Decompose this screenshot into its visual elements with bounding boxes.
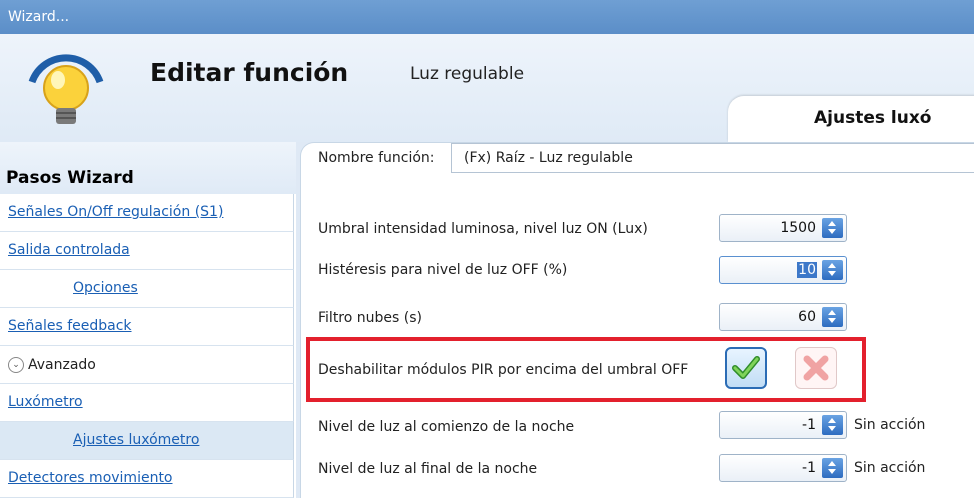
sidebar-item-label[interactable]: Detectores movimiento xyxy=(8,470,173,486)
stepper-value: 60 xyxy=(798,309,816,325)
sidebar-item-label[interactable]: Señales On/Off regulación (S1) xyxy=(8,204,223,220)
stepper-value: 10 xyxy=(797,262,817,278)
sidebar-item-avanzado[interactable]: ⌄ Avanzado xyxy=(0,346,294,384)
cloud-filter-stepper[interactable]: 60 xyxy=(719,303,847,331)
sidebar-item-luxometro[interactable]: Luxómetro xyxy=(0,384,294,422)
night-start-level-stepper[interactable]: -1 xyxy=(719,411,847,439)
field-label: Deshabilitar módulos PIR por encima del … xyxy=(318,362,689,378)
close-icon xyxy=(803,355,829,381)
no-action-label: Sin acción xyxy=(854,460,926,476)
sidebar-item-label[interactable]: Luxómetro xyxy=(8,394,83,410)
checkmark-icon xyxy=(732,356,760,379)
sidebar-item-senales-feedback[interactable]: Señales feedback xyxy=(0,308,294,346)
sidebar-item-opciones[interactable]: Opciones xyxy=(0,270,294,308)
sidebar-heading: Pasos Wizard xyxy=(0,142,296,194)
field-label: Histéresis para nivel de luz OFF (%) xyxy=(318,262,568,278)
function-name-field[interactable]: (Fx) Raíz - Luz regulable xyxy=(451,143,974,173)
enable-checkbox-button[interactable] xyxy=(725,347,767,389)
field-label: Nivel de luz al final de la noche xyxy=(318,461,538,477)
sidebar-item-detectores-movimiento[interactable]: Detectores movimiento xyxy=(0,460,294,498)
field-label: Filtro nubes (s) xyxy=(318,310,422,326)
field-label: Nivel de luz al comienzo de la noche xyxy=(318,419,575,435)
sidebar-item-label[interactable]: Ajustes luxómetro xyxy=(73,432,199,448)
sidebar-item-senales-on-off[interactable]: Señales On/Off regulación (S1) xyxy=(0,194,294,232)
sidebar-item-ajustes-luxometro[interactable]: Ajustes luxómetro xyxy=(0,422,294,460)
window-title: Wizard... xyxy=(8,9,70,25)
spin-arrows-icon[interactable] xyxy=(822,458,843,478)
disable-button[interactable] xyxy=(795,347,837,389)
header: Editar función Luz regulable Ajustes lux… xyxy=(0,34,974,142)
stepper-value: -1 xyxy=(802,460,816,476)
lux-on-threshold-stepper[interactable]: 1500 xyxy=(719,214,847,242)
spin-arrows-icon[interactable] xyxy=(822,307,843,327)
sidebar-item-label[interactable]: Salida controlada xyxy=(8,242,130,258)
no-action-label: Sin acción xyxy=(854,417,926,433)
wizard-steps-sidebar: Pasos Wizard Señales On/Off regulación (… xyxy=(0,142,296,498)
chevron-down-icon[interactable]: ⌄ xyxy=(8,357,24,373)
sidebar-item-salida-controlada[interactable]: Salida controlada xyxy=(0,232,294,270)
sidebar-item-label: Avanzado xyxy=(28,357,96,373)
night-end-level-stepper[interactable]: -1 xyxy=(719,454,847,482)
stepper-value: -1 xyxy=(802,417,816,433)
field-label: Umbral intensidad luminosa, nivel luz ON… xyxy=(318,221,648,237)
stepper-value: 1500 xyxy=(780,220,816,236)
page-subtitle: Luz regulable xyxy=(410,64,525,84)
page-title: Editar función xyxy=(150,58,349,87)
tab-label: Ajustes luxó xyxy=(814,108,932,128)
light-bulb-icon xyxy=(28,54,104,124)
spin-arrows-icon[interactable] xyxy=(822,415,843,435)
function-name-label: Nombre función: xyxy=(318,150,435,166)
window-titlebar: Wizard... xyxy=(0,0,974,34)
sidebar-item-label[interactable]: Señales feedback xyxy=(8,318,132,334)
spin-arrows-icon[interactable] xyxy=(822,218,843,238)
sidebar-heading-label: Pasos Wizard xyxy=(6,168,134,188)
hysteresis-stepper[interactable]: 10 xyxy=(719,256,847,284)
sidebar-item-label[interactable]: Opciones xyxy=(73,280,138,296)
spin-arrows-icon[interactable] xyxy=(822,260,843,280)
function-name-value: (Fx) Raíz - Luz regulable xyxy=(464,150,633,166)
tab-ajustes-luxometro[interactable]: Ajustes luxó xyxy=(728,96,974,142)
